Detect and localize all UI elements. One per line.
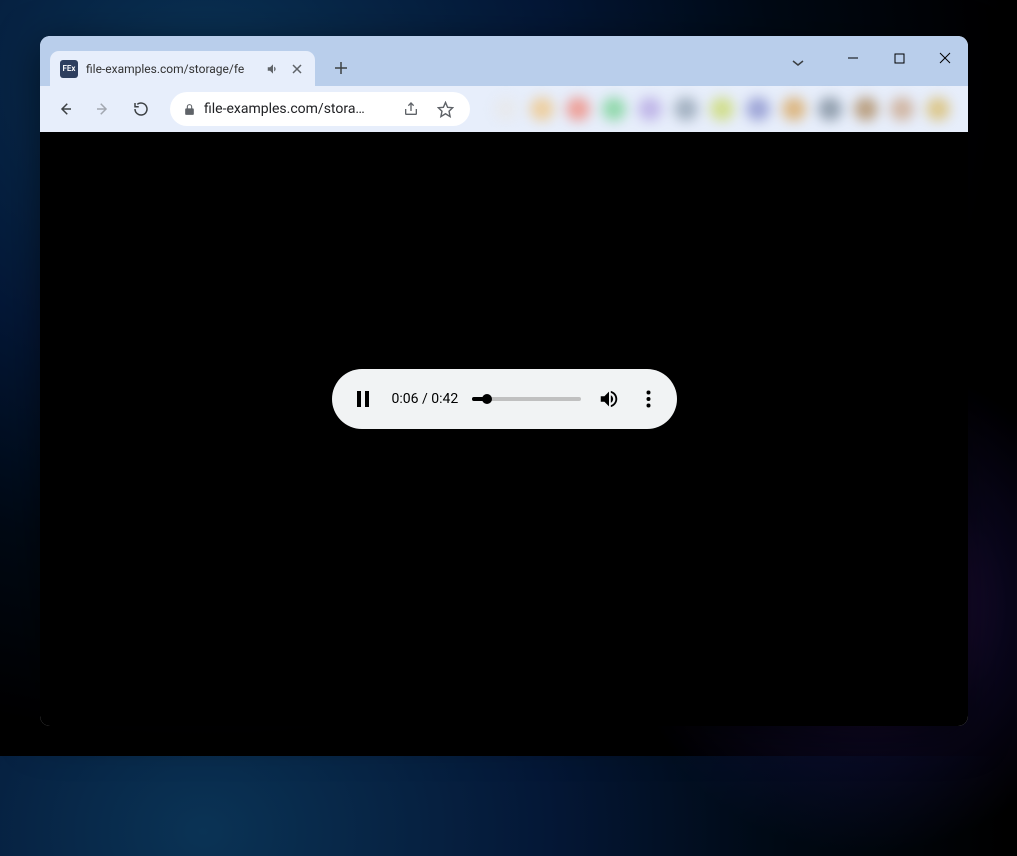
address-bar[interactable]: file-examples.com/stora… — [170, 92, 470, 126]
extension-icon[interactable] — [818, 97, 842, 121]
extension-icon[interactable] — [926, 97, 950, 121]
extension-icon[interactable] — [530, 97, 554, 121]
tab-search-dropdown[interactable] — [783, 48, 813, 78]
share-button[interactable] — [398, 96, 424, 122]
new-tab-button[interactable] — [327, 54, 355, 82]
extension-icon[interactable] — [746, 97, 770, 121]
url-text: file-examples.com/stora… — [204, 101, 390, 117]
more-options-button[interactable] — [637, 385, 661, 413]
forward-button[interactable] — [86, 92, 120, 126]
extension-icon[interactable] — [782, 97, 806, 121]
browser-tab[interactable]: FEx file-examples.com/storage/fe — [50, 51, 315, 86]
audio-playing-icon[interactable] — [265, 61, 281, 77]
toolbar: file-examples.com/stora… — [40, 86, 968, 132]
tab-favicon: FEx — [60, 60, 78, 78]
volume-button[interactable] — [595, 385, 623, 413]
page-content: 0:06 / 0:42 — [40, 132, 968, 726]
extension-icon[interactable] — [638, 97, 662, 121]
maximize-button[interactable] — [876, 42, 922, 74]
progress-thumb[interactable] — [482, 394, 492, 404]
site-lock-icon[interactable] — [182, 102, 196, 116]
reload-button[interactable] — [124, 92, 158, 126]
audio-player: 0:06 / 0:42 — [332, 369, 677, 429]
progress-fill — [472, 397, 487, 401]
window-controls — [830, 36, 968, 86]
tab-title: file-examples.com/storage/fe — [86, 62, 257, 76]
tab-close-button[interactable] — [289, 61, 305, 77]
close-window-button[interactable] — [922, 42, 968, 74]
extensions-area — [474, 94, 960, 124]
browser-window: FEx file-examples.com/storage/fe — [40, 36, 968, 726]
time-display: 0:06 / 0:42 — [392, 391, 459, 407]
extension-icon[interactable] — [710, 97, 734, 121]
minimize-button[interactable] — [830, 42, 876, 74]
extension-icon[interactable] — [674, 97, 698, 121]
extension-icon[interactable] — [854, 97, 878, 121]
extension-icon[interactable] — [494, 97, 518, 121]
extension-icon[interactable] — [602, 97, 626, 121]
bookmark-button[interactable] — [432, 96, 458, 122]
back-button[interactable] — [48, 92, 82, 126]
extension-icon[interactable] — [566, 97, 590, 121]
progress-slider[interactable] — [472, 397, 580, 401]
extension-icon[interactable] — [890, 97, 914, 121]
titlebar: FEx file-examples.com/storage/fe — [40, 36, 968, 86]
pause-button[interactable] — [348, 384, 378, 414]
